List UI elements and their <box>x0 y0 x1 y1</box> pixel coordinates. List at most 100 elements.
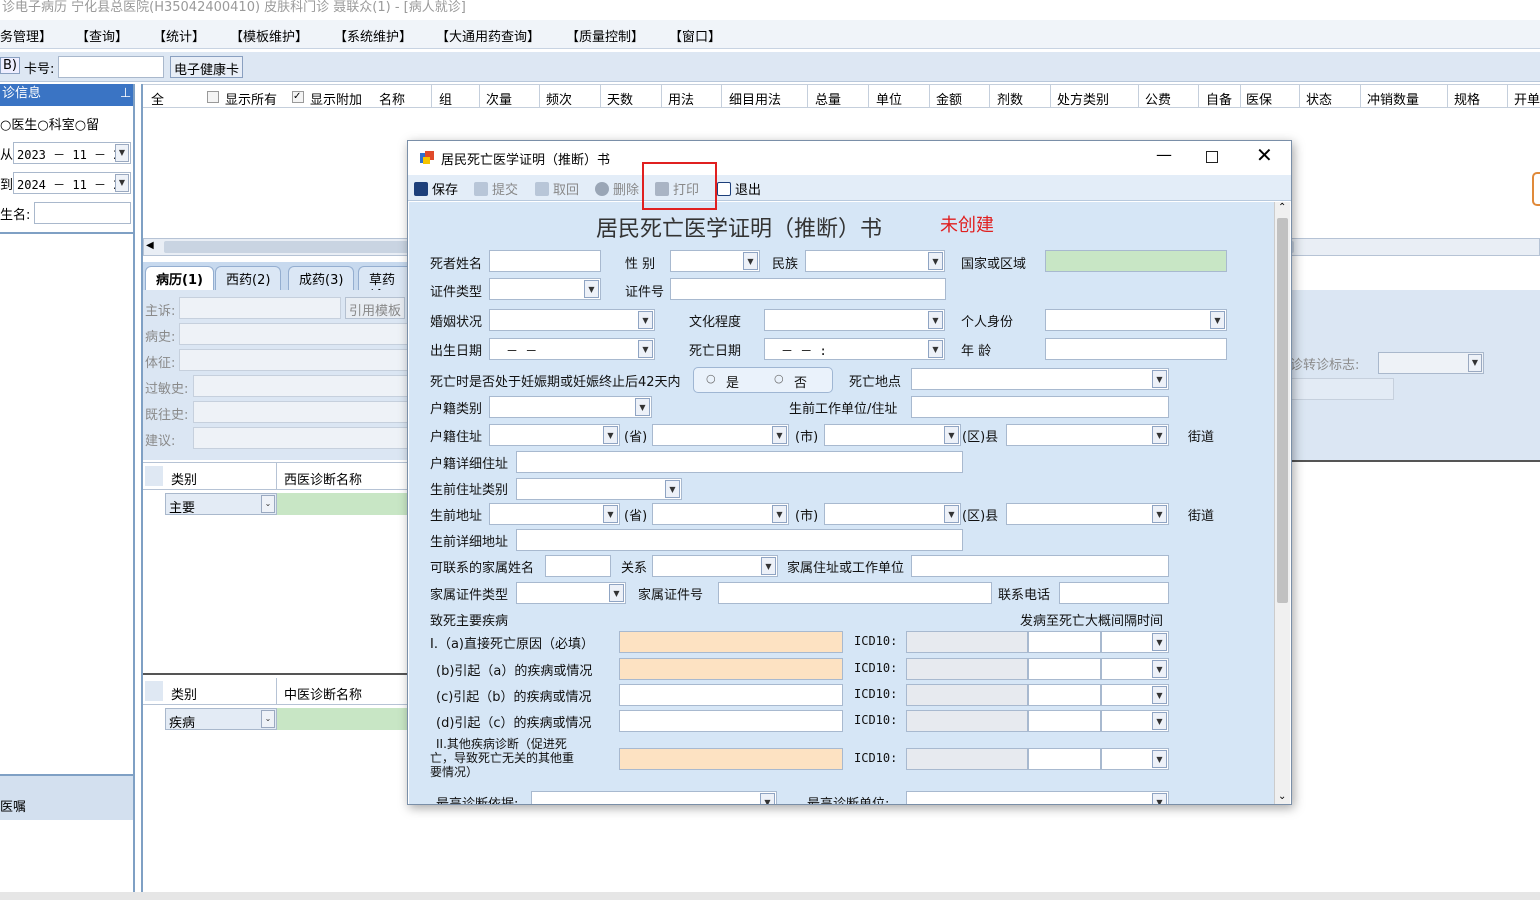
live-province-select[interactable]: ▼ <box>489 503 620 525</box>
pin-icon[interactable]: ⊥ <box>120 84 131 104</box>
tab-patent-drugs[interactable]: 成药(3) <box>288 266 355 290</box>
cause-a-icd-input[interactable] <box>906 631 1028 653</box>
chevron-down-icon[interactable]: ⌄ <box>261 495 275 513</box>
live-county-select[interactable]: ▼ <box>824 503 961 525</box>
col-insurance[interactable]: 医保 <box>1246 89 1272 108</box>
cause-d-unit-select[interactable]: ▼ <box>1101 710 1169 732</box>
col-name[interactable]: 名称 <box>379 89 405 108</box>
live-detail-input[interactable] <box>516 529 963 551</box>
dialog-vertical-scrollbar[interactable]: ⌃ ⌄ <box>1274 202 1290 804</box>
chevron-down-icon[interactable]: ▼ <box>635 398 650 416</box>
relative-id-number-input[interactable] <box>718 582 992 604</box>
other-disease-input[interactable] <box>619 748 843 770</box>
menu-template[interactable]: 【模板维护】 <box>230 26 308 45</box>
card-input[interactable] <box>58 56 164 78</box>
chevron-down-icon[interactable]: ▼ <box>1152 712 1167 730</box>
col-spec[interactable]: 规格 <box>1454 89 1480 108</box>
cause-b-interval-input[interactable] <box>1028 658 1101 680</box>
chevron-down-icon[interactable]: ▼ <box>1152 793 1167 804</box>
scroll-left-icon[interactable]: ◀ <box>146 240 154 251</box>
prefix-button[interactable]: B) <box>0 57 20 74</box>
birth-date-picker[interactable]: － － ▼ <box>489 338 655 360</box>
col-dose[interactable]: 次量 <box>486 89 512 108</box>
from-date-picker[interactable]: 2023 － 11 － 27 ▼ <box>13 142 131 164</box>
chevron-down-icon[interactable]: ▼ <box>1152 370 1167 388</box>
chevron-down-icon[interactable]: ▼ <box>1152 686 1167 704</box>
cause-d-interval-input[interactable] <box>1028 710 1101 732</box>
side-tab-handle[interactable] <box>1532 172 1540 206</box>
chief-complaint-field[interactable] <box>179 297 341 319</box>
col-doses[interactable]: 剂数 <box>997 89 1023 108</box>
to-date-picker[interactable]: 2024 － 11 － 26 ▼ <box>13 172 131 194</box>
referral-field[interactable] <box>1290 378 1394 400</box>
col-detail-usage[interactable]: 细目用法 <box>729 89 781 108</box>
cause-b-input[interactable] <box>619 658 843 680</box>
western-diagnosis-name-cell[interactable] <box>277 493 413 515</box>
cause-c-unit-select[interactable]: ▼ <box>1101 684 1169 706</box>
id-type-select[interactable]: ▼ <box>489 278 601 300</box>
relative-address-input[interactable] <box>911 555 1169 577</box>
menu-query[interactable]: 【查询】 <box>76 26 128 45</box>
chevron-down-icon[interactable]: ▼ <box>1152 426 1167 444</box>
relation-select[interactable]: ▼ <box>652 555 778 577</box>
hukou-county-select[interactable]: ▼ <box>824 424 961 446</box>
col-group[interactable]: 组 <box>439 89 452 108</box>
col-unit[interactable]: 单位 <box>876 89 902 108</box>
col-amount[interactable]: 金额 <box>936 89 962 108</box>
chevron-down-icon[interactable]: ▼ <box>1152 660 1167 678</box>
menu-system[interactable]: 【系统维护】 <box>334 26 412 45</box>
other-unit-select[interactable]: ▼ <box>1101 748 1169 770</box>
tab-medical-record[interactable]: 病历(1) <box>145 266 214 290</box>
col-usage[interactable]: 用法 <box>668 89 694 108</box>
hukou-detail-input[interactable] <box>516 451 963 473</box>
past-history-field[interactable] <box>193 401 409 423</box>
cause-d-icd-input[interactable] <box>906 710 1028 732</box>
chevron-down-icon[interactable]: ▼ <box>584 280 599 298</box>
death-date-picker[interactable]: － － : ▼ <box>764 338 945 360</box>
health-card-button[interactable]: 电子健康卡 <box>170 56 244 78</box>
relative-id-type-select[interactable]: ▼ <box>516 582 626 604</box>
col-days[interactable]: 天数 <box>607 89 633 108</box>
diagnosis-unit-select[interactable]: ▼ <box>906 791 1169 804</box>
show-all-checkbox[interactable] <box>207 91 219 103</box>
diagnosis-type-select[interactable]: 主要 ⌄ <box>165 493 277 516</box>
col-public[interactable]: 公费 <box>1145 89 1171 108</box>
hukou-province-select[interactable]: ▼ <box>489 424 620 446</box>
submit-button[interactable]: 提交 <box>474 179 518 198</box>
diagnosis-basis-select[interactable]: ▼ <box>531 791 777 804</box>
death-place-select[interactable]: ▼ <box>911 368 1169 390</box>
cause-a-unit-select[interactable]: ▼ <box>1101 631 1169 653</box>
education-select[interactable]: ▼ <box>764 309 945 331</box>
col-rx-type[interactable]: 处方类别 <box>1057 89 1109 108</box>
chevron-down-icon[interactable]: ▼ <box>1210 311 1225 329</box>
chinese-diagnosis-name-cell[interactable] <box>277 708 413 730</box>
scroll-thumb[interactable] <box>1277 218 1288 603</box>
radio-doctor[interactable]: ○ <box>0 118 11 133</box>
col-freq[interactable]: 频次 <box>546 89 572 108</box>
menu-stats[interactable]: 【统计】 <box>153 26 205 45</box>
chevron-down-icon[interactable]: ▼ <box>743 252 758 270</box>
tab-western-drugs[interactable]: 西药(2) <box>215 266 282 290</box>
tab-herbal-drugs[interactable]: 草药(4 <box>358 266 413 303</box>
phone-input[interactable] <box>1059 582 1169 604</box>
cause-d-input[interactable] <box>619 710 843 732</box>
chevron-down-icon[interactable]: ▼ <box>603 505 618 523</box>
chevron-down-icon[interactable]: ▼ <box>609 584 624 602</box>
live-type-select[interactable]: ▼ <box>516 478 682 500</box>
chevron-down-icon[interactable]: ▼ <box>603 426 618 444</box>
col-writeoff[interactable]: 冲销数量 <box>1367 89 1419 108</box>
age-input[interactable] <box>1045 338 1227 360</box>
quote-template-button[interactable]: 引用模板 <box>345 297 406 319</box>
delete-button[interactable]: 删除 <box>595 179 639 198</box>
chevron-down-icon[interactable]: ▼ <box>944 505 959 523</box>
chevron-down-icon[interactable]: ▼ <box>1468 354 1482 372</box>
menu-drug-query[interactable]: 【大通用药查询】 <box>436 26 540 45</box>
radio-dept[interactable]: ○ <box>37 118 48 133</box>
scroll-up-icon[interactable]: ⌃ <box>1278 202 1286 213</box>
cause-a-input[interactable] <box>619 631 843 653</box>
retrieve-button[interactable]: 取回 <box>535 179 579 198</box>
chevron-down-icon[interactable]: ▼ <box>928 311 943 329</box>
col-all[interactable]: 全 <box>151 89 164 108</box>
orders-label[interactable]: 医嘱 <box>0 796 26 815</box>
other-interval-input[interactable] <box>1028 748 1101 770</box>
